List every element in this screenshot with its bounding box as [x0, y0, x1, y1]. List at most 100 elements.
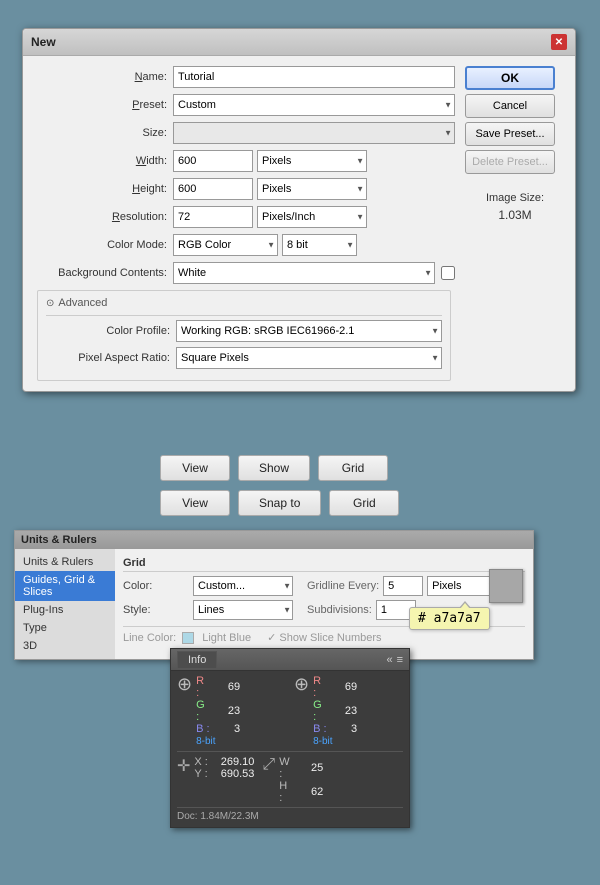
info-collapse-btn[interactable]: «	[386, 654, 392, 666]
sidebar-item-units[interactable]: Units & Rulers	[15, 553, 115, 571]
width-unit-wrap: Pixels ▼	[257, 150, 367, 172]
color-profile-row: Color Profile: Working RGB: sRGB IEC6196…	[46, 320, 442, 342]
name-input[interactable]	[173, 66, 455, 88]
advanced-divider	[46, 315, 442, 316]
info-divider	[177, 751, 403, 752]
info-panel: Info « ≡ ⊕ R : 69 G : 23	[170, 648, 410, 828]
bg-row: Background Contents: White ▼	[33, 262, 455, 284]
grid-color-row: Color: Custom... ▼ Gridline Every: Pixel…	[123, 576, 525, 596]
info-samples-row: ⊕ R : 69 G : 23 B : 3 8-bit	[177, 675, 403, 747]
resolution-unit-wrap: Pixels/Inch ▼	[257, 206, 367, 228]
bitdepth-right: 8-bit	[313, 736, 357, 747]
advanced-section: ⊙ Advanced Color Profile: Working RGB: s…	[37, 290, 451, 381]
info-g-left: G : 23	[196, 699, 240, 723]
info-menu-btn[interactable]: ≡	[397, 654, 403, 666]
size-select-wrap: ▼	[173, 122, 455, 144]
color-mode-label: Color Mode:	[33, 239, 173, 251]
ok-button[interactable]: OK	[465, 66, 555, 90]
b-val-left: 3	[212, 723, 240, 735]
size-select[interactable]	[173, 122, 455, 144]
grid-style-label: Style:	[123, 604, 193, 616]
color-profile-label: Color Profile:	[46, 325, 176, 337]
sidebar-item-3d[interactable]: 3D	[15, 637, 115, 655]
color-profile-select[interactable]: Working RGB: sRGB IEC61966-2.1	[176, 320, 442, 342]
show-button[interactable]: Show	[238, 455, 310, 481]
delete-preset-button[interactable]: Delete Preset...	[465, 150, 555, 174]
gridline-input[interactable]	[383, 576, 423, 596]
b-label-left: B :	[196, 723, 210, 735]
color-tooltip: # a7a7a7	[409, 607, 490, 630]
height-input[interactable]	[173, 178, 253, 200]
name-label: Name:	[33, 71, 173, 83]
preset-select[interactable]: Custom	[173, 94, 455, 116]
cancel-button[interactable]: Cancel	[465, 94, 555, 118]
height-unit-select[interactable]: Pixels	[257, 178, 367, 200]
dialog-title: New	[31, 35, 56, 49]
size-label: Size:	[33, 127, 173, 139]
width-input[interactable]	[173, 150, 253, 172]
color-mode-select[interactable]: RGB Color	[173, 234, 278, 256]
bg-checkbox[interactable]	[441, 266, 455, 280]
b-val-right: 3	[329, 723, 357, 735]
bitdepth-left: 8-bit	[196, 736, 240, 747]
sidebar-item-type[interactable]: Type	[15, 619, 115, 637]
dialog-left: Name: Preset: Custom ▼ Size:	[33, 66, 455, 381]
view-button-2[interactable]: View	[160, 490, 230, 516]
w-row: W : 25	[279, 756, 323, 780]
prefs-panel: Units & Rulers Units & Rulers Guides, Gr…	[14, 530, 534, 660]
info-b-right: B : 3	[313, 723, 357, 735]
color-depth-select-wrap: 8 bit ▼	[282, 234, 357, 256]
pixel-aspect-select-wrap: Square Pixels ▼	[176, 347, 442, 369]
pixel-aspect-select[interactable]: Square Pixels	[176, 347, 442, 369]
advanced-chevron-icon[interactable]: ⊙	[46, 298, 54, 309]
grid-style-select[interactable]: Lines	[193, 600, 293, 620]
sidebar-item-plugins[interactable]: Plug-Ins	[15, 601, 115, 619]
grid-color-select[interactable]: Custom...	[193, 576, 293, 596]
gridline-unit-select[interactable]: Pixels	[427, 576, 497, 596]
info-sample-left: ⊕ R : 69 G : 23 B : 3 8-bit	[177, 675, 286, 747]
close-button[interactable]: ✕	[551, 34, 567, 50]
info-coords: ✛ X : 269.10 Y : 690.53 ⤢ W :	[177, 756, 403, 804]
size-icon: ⤢	[262, 756, 275, 774]
y-label: Y :	[194, 768, 208, 780]
bg-select[interactable]: White	[173, 262, 435, 284]
resolution-unit-select[interactable]: Pixels/Inch	[257, 206, 367, 228]
slice-color-label: Line Color:	[123, 632, 176, 644]
width-unit-select[interactable]: Pixels	[257, 150, 367, 172]
view-button-1[interactable]: View	[160, 455, 230, 481]
g-val-left: 23	[212, 705, 240, 717]
grid-button-1[interactable]: Grid	[318, 455, 388, 481]
slices-row: Line Color: Light Blue ✓ Show Slice Numb…	[123, 631, 525, 644]
y-value: 690.53	[210, 768, 254, 780]
grid-button-2[interactable]: Grid	[329, 490, 399, 516]
preset-label: Preset:	[33, 99, 173, 111]
w-value: 25	[295, 762, 323, 774]
advanced-header: ⊙ Advanced	[46, 297, 442, 309]
resolution-input[interactable]	[173, 206, 253, 228]
save-preset-button[interactable]: Save Preset...	[465, 122, 555, 146]
gridline-unit-wrap: Pixels ▼	[427, 576, 497, 596]
prefs-sidebar: Units & Rulers Guides, Grid & Slices Plu…	[15, 549, 115, 659]
show-numbers-label: ✓ Show Slice Numbers	[267, 631, 381, 644]
image-size-value: 1.03M	[465, 208, 565, 222]
color-swatch[interactable]	[489, 569, 523, 603]
width-label: Width:	[33, 155, 173, 167]
info-tab[interactable]: Info	[177, 651, 217, 668]
color-mode-row: Color Mode: RGB Color ▼ 8 bit ▼	[33, 234, 455, 256]
dialog-body: Name: Preset: Custom ▼ Size:	[23, 56, 575, 391]
color-mode-wrap: RGB Color ▼ 8 bit ▼	[173, 234, 455, 256]
info-r-left: R : 69	[196, 675, 240, 699]
color-mode-select-wrap: RGB Color ▼	[173, 234, 278, 256]
snap-to-button[interactable]: Snap to	[238, 490, 321, 516]
height-unit-wrap: Pixels ▼	[257, 178, 367, 200]
color-depth-select[interactable]: 8 bit	[282, 234, 357, 256]
h-row: H : 62	[279, 780, 323, 804]
info-b-left: B : 3	[196, 723, 240, 735]
sidebar-item-guides[interactable]: Guides, Grid & Slices	[15, 571, 115, 601]
height-label: Height:	[33, 183, 173, 195]
x-row: X : 269.10	[194, 756, 254, 768]
dialog-right: OK Cancel Save Preset... Delete Preset..…	[465, 66, 565, 381]
h-label: H :	[279, 780, 293, 804]
doc-info: Doc: 1.84M/22.3M	[177, 807, 403, 823]
subdivisions-label: Subdivisions:	[307, 604, 372, 616]
